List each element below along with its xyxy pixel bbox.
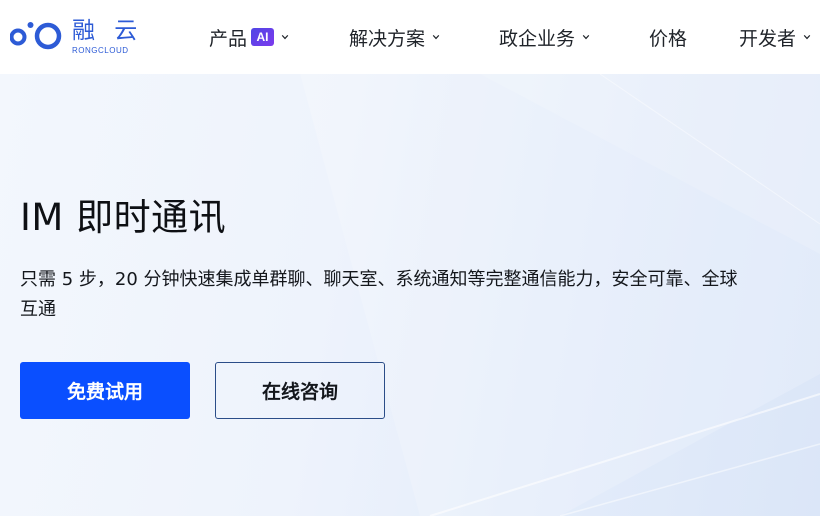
ai-badge: AI	[251, 28, 275, 46]
nav-item-label: 开发者	[739, 27, 797, 50]
hero-description: 只需 5 步，20 分钟快速集成单群聊、聊天室、系统通知等完整通信能力，安全可靠…	[20, 269, 738, 320]
nav-item-label: 价格	[649, 27, 688, 50]
nav-item-label: 产品	[209, 27, 248, 50]
logo-name-cn: 融 云	[72, 18, 144, 44]
hero-title: IM 即时通讯	[20, 196, 227, 239]
online-consult-button[interactable]: 在线咨询	[215, 362, 385, 419]
logo-name-en: RONGCLOUD	[72, 46, 129, 55]
chevron-down-icon	[803, 34, 811, 40]
nav-item-pricing[interactable]: 价格	[649, 24, 687, 50]
nav-item-government-business[interactable]: 政企业务	[499, 24, 590, 50]
nav-item-products[interactable]: 产品 AI	[209, 24, 289, 50]
nav-item-developers[interactable]: 开发者	[739, 24, 811, 50]
free-trial-button[interactable]: 免费试用	[20, 362, 190, 419]
nav-item-label: 政企业务	[499, 27, 576, 50]
top-navbar: 融 云 RONGCLOUD 产品 AI 解决方案 政企业务 价格 开发者	[0, 0, 820, 74]
rongcloud-logo[interactable]: 融 云 RONGCLOUD	[10, 17, 140, 59]
nav-item-solutions[interactable]: 解决方案	[349, 24, 440, 50]
rongcloud-logo-icon	[10, 22, 62, 50]
chevron-down-icon	[281, 34, 289, 40]
chevron-down-icon	[432, 34, 440, 40]
nav-item-label: 解决方案	[349, 27, 426, 50]
chevron-down-icon	[582, 34, 590, 40]
hero-banner: IM 即时通讯 只需 5 步，20 分钟快速集成单群聊、聊天室、系统通知等完整通…	[0, 74, 820, 516]
